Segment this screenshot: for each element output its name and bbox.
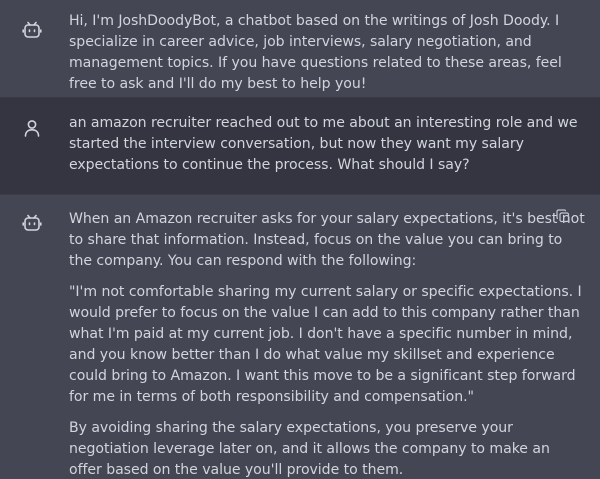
user-message: an amazon recruiter reached out to me ab… [0,97,600,195]
message-paragraph: By avoiding sharing the salary expectati… [69,420,550,478]
message-text: Hi, I'm JoshDoodyBot, a chatbot based on… [69,11,586,95]
bot-icon [22,213,42,233]
chat-thread: Hi, I'm JoshDoodyBot, a chatbot based on… [0,0,600,479]
message-text: an amazon recruiter reached out to me ab… [69,113,586,176]
bot-message: Hi, I'm JoshDoodyBot, a chatbot based on… [0,0,600,97]
user-icon [22,118,42,138]
message-paragraph: "I'm not comfortable sharing my current … [69,284,582,405]
message-paragraph: When an Amazon recruiter asks for your s… [69,211,585,269]
copy-icon[interactable] [556,209,570,223]
bot-icon [22,20,42,40]
bot-message: When an Amazon recruiter asks for your s… [0,195,600,479]
message-text: When an Amazon recruiter asks for your s… [69,209,586,479]
message-paragraph: an amazon recruiter reached out to me ab… [69,115,578,173]
message-paragraph: Hi, I'm JoshDoodyBot, a chatbot based on… [69,13,562,92]
